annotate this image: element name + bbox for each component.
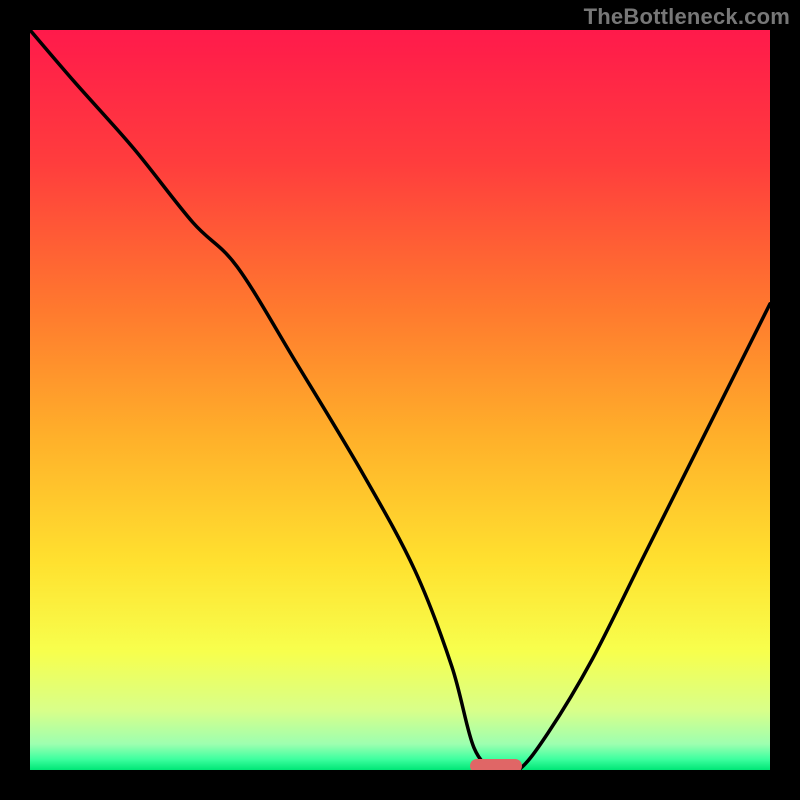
chart-frame: TheBottleneck.com bbox=[0, 0, 800, 800]
optimal-marker bbox=[470, 759, 522, 770]
bottleneck-curve bbox=[30, 30, 770, 770]
watermark-text: TheBottleneck.com bbox=[584, 4, 790, 30]
plot-area bbox=[30, 30, 770, 770]
